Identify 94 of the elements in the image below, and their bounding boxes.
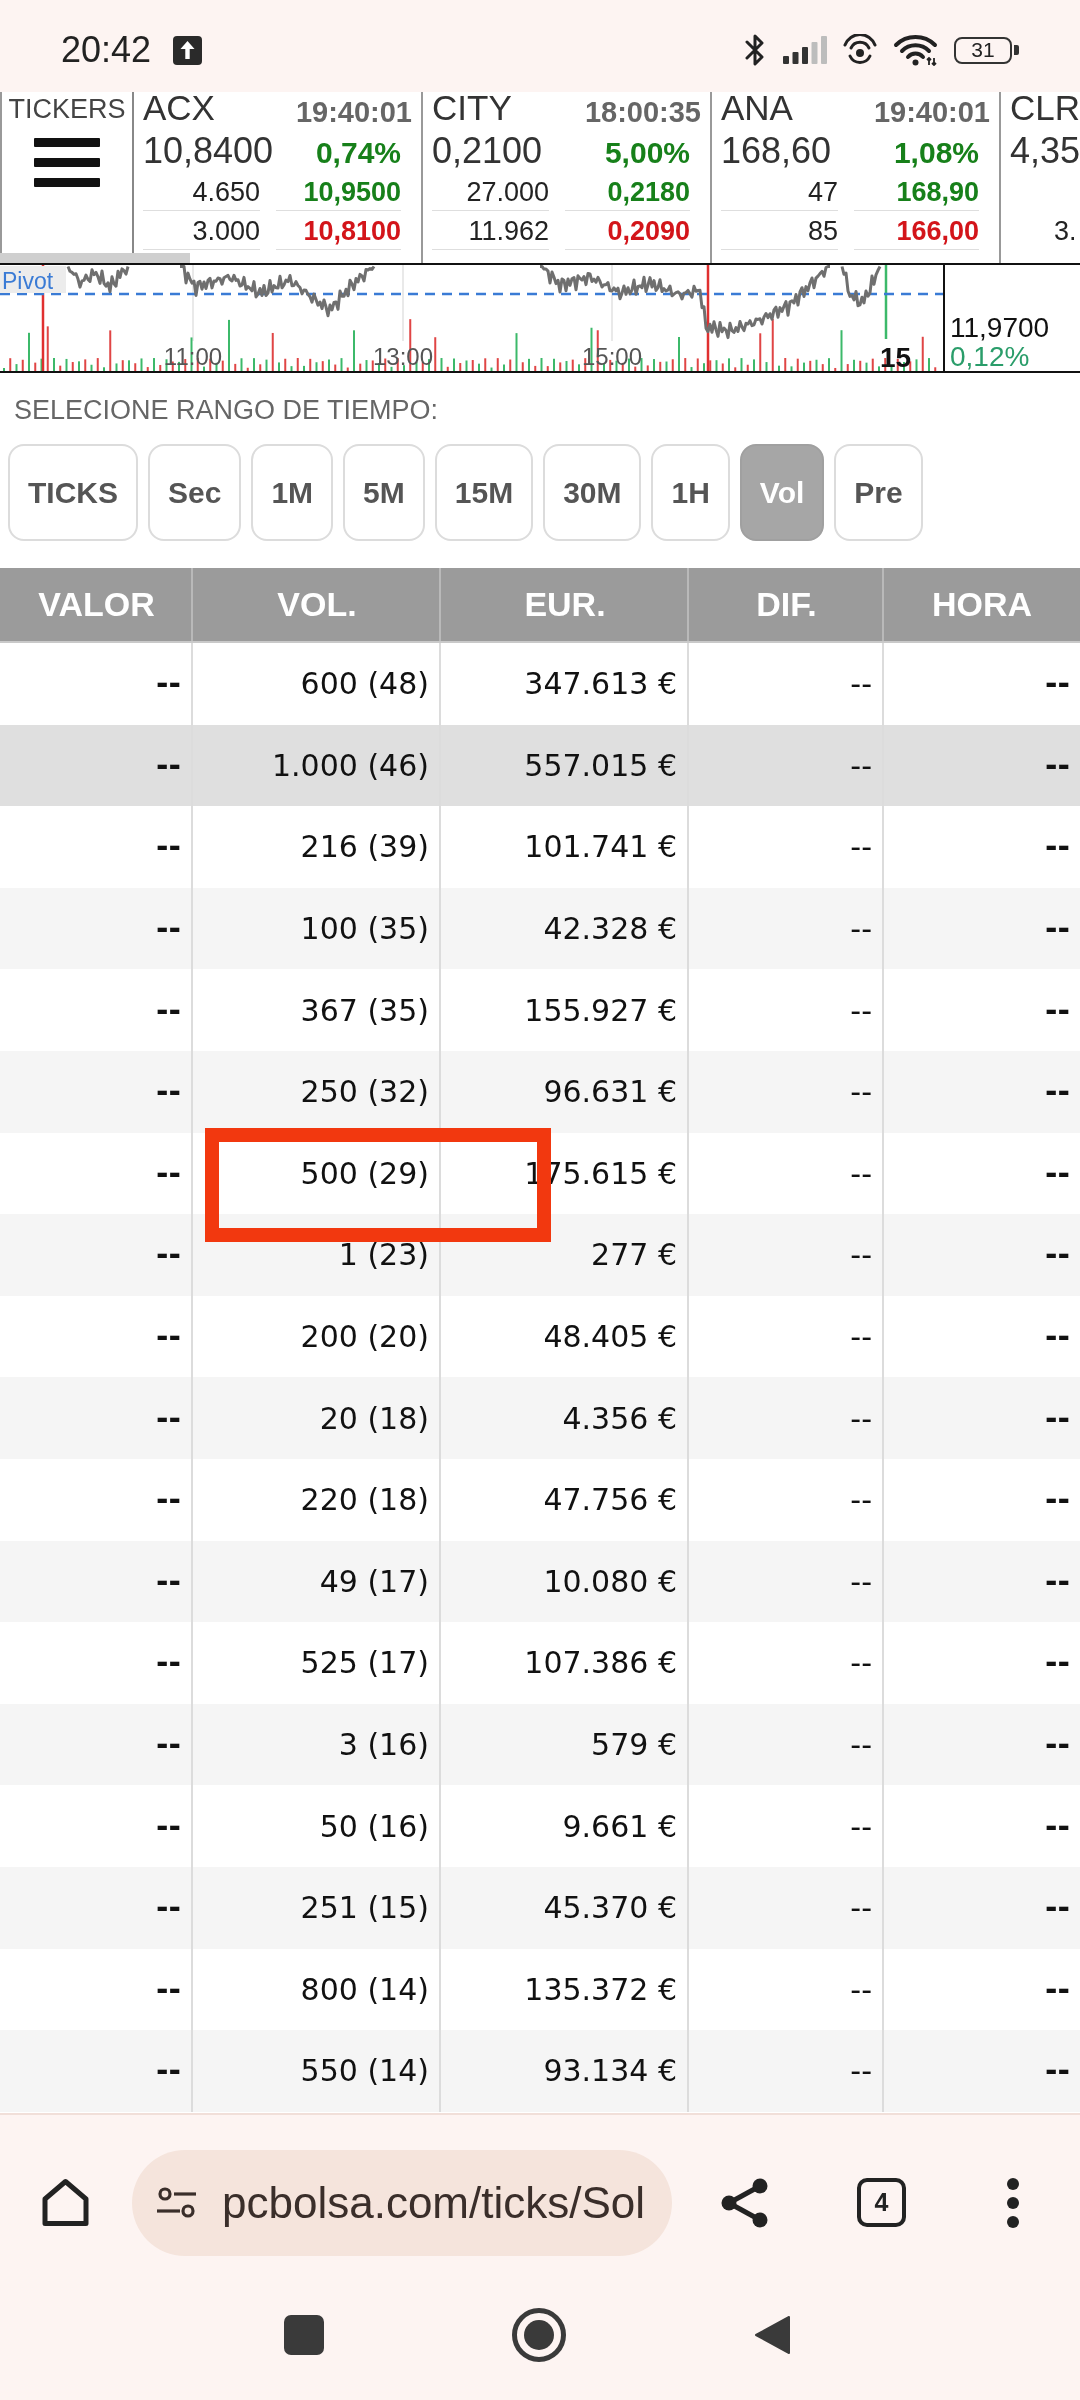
range-button[interactable]: 15M: [434, 444, 534, 541]
table-cell-text: --: [1044, 910, 1071, 949]
back-icon[interactable]: [754, 2315, 791, 2355]
last-price: 11,9700: [950, 313, 1051, 342]
ticker-symbol: CLR: [1010, 92, 1080, 124]
column-header: HORA: [930, 584, 1034, 625]
address-bar[interactable]: pcbolsa.com/ticks/Sol: [132, 2149, 672, 2256]
ring-icon[interactable]: [512, 2308, 566, 2362]
ticker-symbol: ANA: [721, 92, 793, 124]
menu-icon[interactable]: [34, 138, 100, 187]
table-cell-text: --: [1044, 1562, 1071, 1601]
ticker-change: 0,74%: [315, 135, 401, 171]
ticker-price: 0,2100: [432, 130, 543, 172]
ticker-time: 19:40:01: [295, 96, 412, 128]
battery-indicator: 31: [954, 36, 1019, 64]
ticker-quantity: 3.: [1053, 215, 1078, 248]
table-row[interactable]: -- 3 (16) 579 € -- --: [0, 1703, 1080, 1786]
table-cell-text: --: [1044, 1073, 1071, 1112]
table-cell-text: --: [1044, 1807, 1071, 1846]
wifi-icon: [893, 34, 938, 66]
range-title: SELECIONE RANGO DE TIEMPO:: [13, 394, 440, 427]
column-header: EUR.: [441, 568, 689, 641]
ticker-change: 1,08%: [893, 135, 979, 171]
table-cell-text: --: [1044, 1481, 1071, 1520]
home-icon[interactable]: [41, 2178, 90, 2227]
table-cell-text: --: [1044, 1644, 1071, 1683]
tune-icon[interactable]: [157, 2187, 196, 2218]
more-icon[interactable]: [1007, 2177, 1019, 2228]
table-cell: --: [689, 2030, 884, 2112]
ticker-quantity: 47: [721, 172, 838, 211]
column-header: VOL.: [193, 568, 441, 641]
table-row[interactable]: -- 550 (14) 93.134 € -- --: [0, 2030, 1080, 2112]
signal-icon: [783, 36, 827, 64]
ticker-symbol: ACX: [143, 92, 215, 124]
table-row[interactable]: -- 49 (17) 10.080 € -- --: [0, 1540, 1080, 1623]
table-cell-text: --: [1044, 1726, 1071, 1764]
status-time: 20:42: [61, 30, 152, 70]
ticker-symbol: CITY: [432, 92, 512, 124]
table-cell-text: --: [1044, 1236, 1071, 1275]
table-cell: 93.134 €: [441, 2030, 689, 2112]
ticker-time: 19:40:01: [873, 96, 990, 128]
table-row[interactable]: -- 20 (18) 4.356 € -- --: [0, 1377, 1080, 1459]
ticker-time: 18:00:35: [584, 96, 701, 128]
range-button[interactable]: 5M: [343, 444, 425, 541]
table-cell-text: --: [1044, 1889, 1071, 1928]
table-cell-text: --: [1044, 828, 1071, 867]
ticker-low-price: 0,2090: [565, 211, 690, 250]
tab-switcher-button[interactable]: 4: [857, 2178, 906, 2227]
table-cell-text: --: [1044, 2052, 1071, 2091]
table-cell-text: --: [1044, 1970, 1071, 2009]
ticker-low-price: 10,8100: [276, 211, 401, 250]
ticker-price: 4,35: [1010, 130, 1080, 172]
table-cell: 550 (14): [193, 2030, 441, 2112]
ticker-quantity: 4.650: [143, 172, 260, 211]
table-row[interactable]: -- 250 (32) 96.631 € -- --: [0, 1050, 1080, 1133]
ticker-low-price: 166,00: [854, 211, 979, 250]
table-cell-text: --: [1044, 1318, 1071, 1357]
range-button[interactable]: TICKS: [8, 444, 138, 541]
ticker-high-price: 0,2180: [565, 172, 690, 211]
ticker-quantity: 85: [721, 211, 838, 250]
share-icon[interactable]: [720, 2177, 770, 2228]
last-change: 0,12%: [950, 342, 1031, 371]
square-icon[interactable]: [284, 2315, 324, 2355]
column-header: DIF.: [689, 568, 884, 641]
ticker-quantity: 27.000: [432, 172, 549, 211]
ticker-price: 168,60: [721, 130, 832, 172]
table-cell-text: --: [1044, 746, 1071, 785]
hotspot-icon: [843, 34, 877, 66]
table-cell-text: --: [1044, 665, 1071, 704]
pivot-label: Pivot: [0, 266, 66, 294]
ticker-high-price: 10,9500: [276, 172, 401, 211]
table-row[interactable]: -- 1 (23) 277 € -- --: [0, 1214, 1080, 1296]
tickers-label: TICKERS: [8, 94, 126, 124]
range-button[interactable]: 1M: [251, 444, 334, 541]
table-row[interactable]: -- 1.000 (46) 557.015 € -- --: [0, 724, 1080, 807]
table-cell-text: --: [1044, 1399, 1071, 1438]
column-header: VALOR: [0, 568, 193, 641]
ticker-high-price: 168,90: [854, 172, 979, 211]
table-cell: --: [0, 2030, 193, 2112]
table-row[interactable]: -- 100 (35) 42.328 € -- --: [0, 887, 1080, 970]
table-cell-text: --: [1044, 991, 1071, 1030]
table-row[interactable]: -- 251 (15) 45.370 € -- --: [0, 1866, 1080, 1949]
table-cell-text: --: [1044, 1154, 1071, 1193]
range-button[interactable]: 30M: [543, 444, 642, 541]
range-button[interactable]: Sec: [148, 444, 242, 541]
range-button[interactable]: 1H: [651, 444, 730, 541]
ticker-quantity: 11.962: [432, 211, 549, 250]
ticker-price: 10,8400: [143, 130, 274, 172]
ticker-quantity: 3.000: [143, 211, 260, 250]
range-button[interactable]: Pre: [834, 444, 923, 541]
interval-label: 15: [880, 342, 912, 371]
table-cell: 250 (32): [193, 1050, 441, 1133]
ticker-change: 5,00%: [604, 135, 690, 171]
upload-icon: [173, 35, 203, 65]
